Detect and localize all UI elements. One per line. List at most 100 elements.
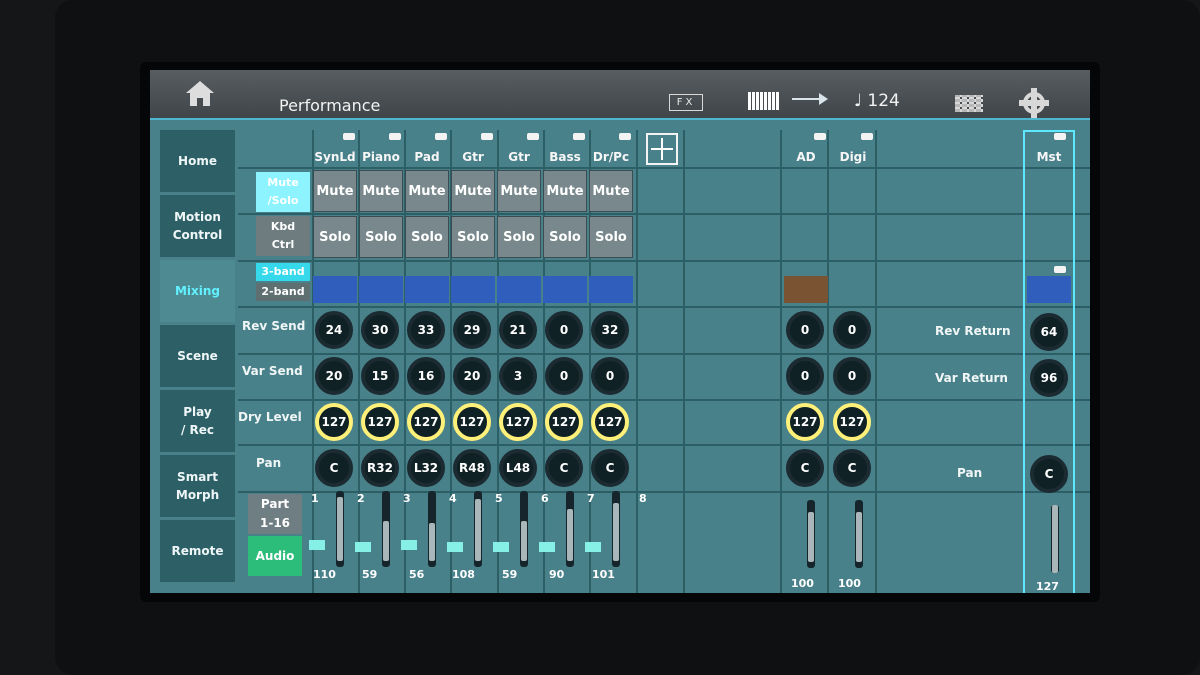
var-send-knob[interactable]: 0 (833, 357, 871, 395)
var-send-knob[interactable]: 15 (361, 357, 399, 395)
dry-level-knob[interactable]: 127 (591, 403, 629, 441)
var-return-knob[interactable]: 96 (1030, 359, 1068, 397)
pan-knob[interactable]: R32 (361, 449, 399, 487)
dry-level-knob[interactable]: 127 (786, 403, 824, 441)
row-divider (238, 444, 1090, 446)
rev-send-knob[interactable]: 0 (833, 311, 871, 349)
rev-send-knob[interactable]: 29 (453, 311, 491, 349)
dry-level-knob[interactable]: 127 (545, 403, 583, 441)
mute-button[interactable]: Mute (405, 170, 449, 212)
master-eq-display[interactable] (1027, 276, 1071, 303)
solo-button[interactable]: Solo (359, 216, 403, 258)
mute-button[interactable]: Mute (313, 170, 357, 212)
part-name: Bass (549, 150, 581, 164)
master-volume-fader[interactable] (1051, 505, 1059, 573)
volume-fader[interactable] (566, 491, 574, 567)
rev-send-knob[interactable]: 32 (591, 311, 629, 349)
eq-display[interactable] (359, 276, 403, 303)
tempo-display[interactable]: ♩ 124 (854, 91, 900, 111)
var-send-knob[interactable]: 3 (499, 357, 537, 395)
rev-send-knob[interactable]: 24 (315, 311, 353, 349)
pan-knob[interactable]: C (786, 449, 824, 487)
rev-send-knob[interactable]: 30 (361, 311, 399, 349)
audio-eq-display[interactable] (784, 276, 828, 303)
keyboard-icon[interactable] (748, 92, 780, 110)
settings-gear-icon[interactable] (1019, 88, 1049, 118)
mute-button[interactable]: Mute (497, 170, 541, 212)
mute-button[interactable]: Mute (359, 170, 403, 212)
master-pan-knob[interactable]: C (1030, 455, 1068, 493)
nav-home[interactable]: Home (160, 130, 235, 192)
pan-knob[interactable]: L32 (407, 449, 445, 487)
solo-button[interactable]: Solo (589, 216, 633, 258)
kbd-ctrl-button[interactable]: Kbd Ctrl (256, 216, 310, 256)
dry-level-knob[interactable]: 127 (361, 403, 399, 441)
eq-3band-button[interactable]: 3-band (256, 263, 310, 281)
volume-fader[interactable] (336, 491, 344, 567)
add-part-button[interactable] (646, 133, 678, 165)
dry-level-knob[interactable]: 127 (453, 403, 491, 441)
volume-fader[interactable] (612, 491, 620, 567)
rev-send-knob[interactable]: 21 (499, 311, 537, 349)
rev-send-knob[interactable]: 33 (407, 311, 445, 349)
page-title: Performance (279, 96, 381, 115)
mute-button[interactable]: Mute (543, 170, 587, 212)
dry-level-knob[interactable]: 127 (315, 403, 353, 441)
dry-level-knob[interactable]: 127 (407, 403, 445, 441)
solo-button[interactable]: Solo (313, 216, 357, 258)
var-send-knob[interactable]: 20 (453, 357, 491, 395)
pan-knob[interactable]: C (315, 449, 353, 487)
nav-scene[interactable]: Scene (160, 325, 235, 387)
var-send-knob[interactable]: 0 (545, 357, 583, 395)
quick-access-grid-icon[interactable] (955, 95, 983, 112)
eq-display[interactable] (451, 276, 495, 303)
pan-knob[interactable]: L48 (499, 449, 537, 487)
eq-display[interactable] (405, 276, 449, 303)
fx-button[interactable]: FX (669, 94, 703, 111)
var-send-knob[interactable]: 16 (407, 357, 445, 395)
solo-button[interactable]: Solo (451, 216, 495, 258)
nav-motion-control[interactable]: Motion Control (160, 195, 235, 257)
volume-fader[interactable] (382, 491, 390, 567)
pan-knob[interactable]: C (591, 449, 629, 487)
volume-fader[interactable] (474, 491, 482, 567)
volume-fader[interactable] (855, 500, 863, 568)
nav-mixing[interactable]: Mixing (160, 260, 235, 322)
mute-button[interactable]: Mute (589, 170, 633, 212)
home-icon[interactable] (186, 81, 214, 106)
volume-fader[interactable] (428, 491, 436, 567)
eq-display[interactable] (497, 276, 541, 303)
rev-return-knob[interactable]: 64 (1030, 313, 1068, 351)
volume-value: 100 (838, 577, 861, 590)
level-meter (309, 540, 325, 550)
pan-knob[interactable]: R48 (453, 449, 491, 487)
rev-send-knob[interactable]: 0 (786, 311, 824, 349)
mute-button[interactable]: Mute (451, 170, 495, 212)
eq-display[interactable] (589, 276, 633, 303)
eq-display[interactable] (543, 276, 587, 303)
pan-knob[interactable]: C (833, 449, 871, 487)
rev-return-label: Rev Return (935, 324, 1011, 338)
audio-button[interactable]: Audio (248, 536, 302, 576)
part-1-16-button[interactable]: Part 1-16 (248, 494, 302, 534)
rev-send-knob[interactable]: 0 (545, 311, 583, 349)
eq-2band-button[interactable]: 2-band (256, 283, 310, 301)
solo-button[interactable]: Solo (497, 216, 541, 258)
dry-level-knob[interactable]: 127 (499, 403, 537, 441)
nav-remote[interactable]: Remote (160, 520, 235, 582)
volume-fader[interactable] (807, 500, 815, 568)
solo-button[interactable]: Solo (405, 216, 449, 258)
left-navigation: Home Motion Control Mixing Scene Play / … (160, 130, 238, 585)
var-send-knob[interactable]: 0 (591, 357, 629, 395)
level-meter (585, 542, 601, 552)
nav-smart-morph[interactable]: Smart Morph (160, 455, 235, 517)
nav-play-rec[interactable]: Play / Rec (160, 390, 235, 452)
solo-button[interactable]: Solo (543, 216, 587, 258)
mute-solo-button[interactable]: Mute /Solo (256, 172, 310, 212)
var-send-knob[interactable]: 20 (315, 357, 353, 395)
var-send-knob[interactable]: 0 (786, 357, 824, 395)
eq-display[interactable] (313, 276, 357, 303)
volume-fader[interactable] (520, 491, 528, 567)
dry-level-knob[interactable]: 127 (833, 403, 871, 441)
pan-knob[interactable]: C (545, 449, 583, 487)
